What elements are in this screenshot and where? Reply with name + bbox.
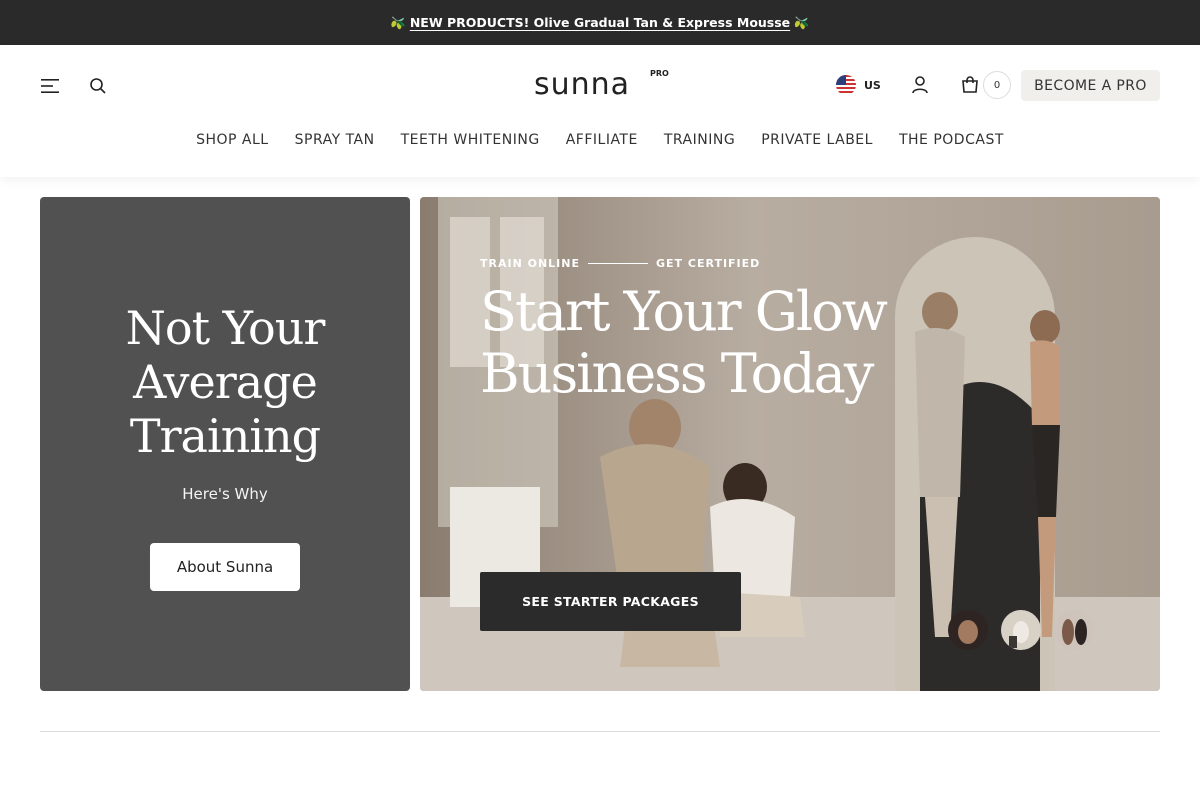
nav-shop-all[interactable]: SHOP ALL [196,132,269,148]
search-icon[interactable] [86,74,110,98]
eyebrow-divider [588,263,648,264]
account-icon[interactable] [908,73,932,97]
nav-private-label[interactable]: PRIVATE LABEL [761,132,873,148]
hero-slideshow: TRAIN ONLINE GET CERTIFIED Start Your Gl… [420,197,1160,691]
site-header: sunna PRO US 0 BECOME A PRO SHOP ALL SPR… [0,45,1200,177]
slide-thumbnail-4[interactable] [1054,610,1094,650]
see-starter-packages-button[interactable]: SEE STARTER PACKAGES [480,572,741,631]
nav-teeth-whitening[interactable]: TEETH WHITENING [401,132,540,148]
promo-title: Not Your Average Training [125,301,326,463]
cart-icon[interactable] [958,73,982,97]
logo-text: sunna [534,67,631,102]
hero-title: Start Your Glow Business Today [480,280,888,405]
country-selector[interactable]: US [836,75,881,95]
announcement-bar: 🫒 NEW PRODUCTS! Olive Gradual Tan & Expr… [0,0,1200,45]
slide-thumbnail-2[interactable] [948,610,988,650]
eyebrow-get-certified: GET CERTIFIED [656,257,761,270]
nav-the-podcast[interactable]: THE PODCAST [899,132,1004,148]
about-sunna-button[interactable]: About Sunna [150,543,300,591]
menu-icon[interactable] [38,74,62,98]
flag-us-icon [836,75,856,95]
become-pro-button[interactable]: BECOME A PRO [1021,70,1160,101]
announcement-link[interactable]: NEW PRODUCTS! Olive Gradual Tan & Expres… [410,15,790,30]
slide-thumbnail-3[interactable] [1001,610,1041,650]
nav-affiliate[interactable]: AFFILIATE [566,132,638,148]
promo-card: Not Your Average Training Here's Why Abo… [40,197,410,691]
nav-training[interactable]: TRAINING [664,132,735,148]
country-label: US [864,78,881,92]
olive-icon: 🫒 [794,15,810,30]
olive-icon: 🫒 [390,15,406,30]
section-divider [40,731,1160,732]
hero-eyebrow: TRAIN ONLINE GET CERTIFIED [480,257,760,270]
promo-subtitle: Here's Why [182,485,268,503]
logo-badge: PRO [650,69,669,78]
main-nav: SHOP ALL SPRAY TAN TEETH WHITENING AFFIL… [0,132,1200,148]
nav-spray-tan[interactable]: SPRAY TAN [295,132,375,148]
logo[interactable]: sunna PRO [532,67,672,107]
eyebrow-train-online: TRAIN ONLINE [480,257,580,270]
cart-count-badge[interactable]: 0 [983,71,1011,99]
